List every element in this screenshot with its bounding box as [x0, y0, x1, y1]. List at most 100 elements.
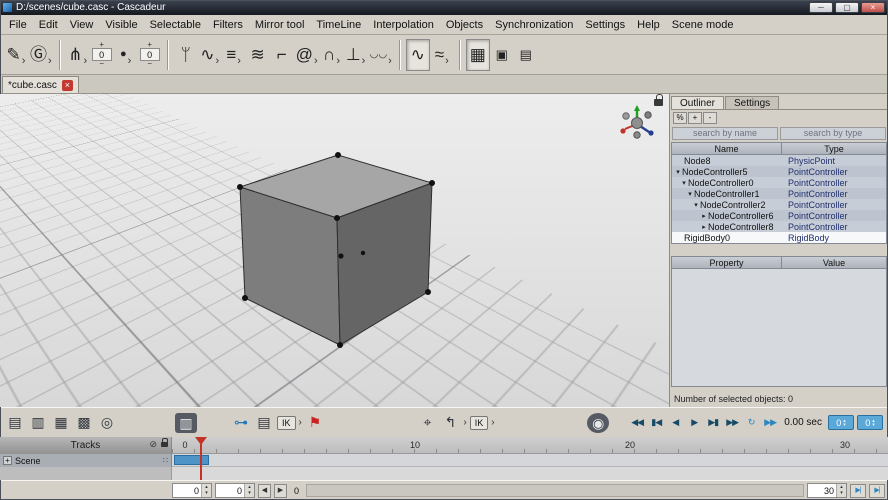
current-frame-spinner[interactable]: 0 ▴▾: [828, 415, 854, 430]
duplicate-track-icon[interactable]: ▦: [51, 414, 71, 431]
menu-mirror-tool[interactable]: Mirror tool: [249, 17, 311, 33]
track-lane[interactable]: [172, 454, 888, 467]
table-row[interactable]: ▸NodeController8 PointController: [672, 221, 886, 232]
table-row[interactable]: ▾NodeController2 PointController: [672, 199, 886, 210]
play-button[interactable]: ▶: [686, 417, 702, 428]
orientation-gizmo[interactable]: [615, 102, 659, 146]
expand-icon[interactable]: ▾: [674, 168, 682, 176]
menu-help[interactable]: Help: [631, 17, 666, 33]
dropdown-arrow-icon[interactable]: ›: [83, 55, 87, 71]
dropdown-arrow-icon[interactable]: ›: [314, 55, 318, 71]
mask-tool-button[interactable]: ◡◡›: [368, 39, 394, 71]
dropdown-arrow-icon[interactable]: ›: [491, 417, 494, 428]
flag-icon[interactable]: ⚑: [305, 414, 325, 431]
go-next-keyframe-button[interactable]: ▶|: [850, 484, 866, 498]
search-by-type-button[interactable]: search by type: [780, 127, 886, 140]
current-frame-field-value[interactable]: 0: [216, 484, 244, 497]
start-frame-value[interactable]: 0: [173, 484, 201, 497]
animation-segment[interactable]: [174, 455, 209, 465]
dropdown-arrow-icon[interactable]: ›: [463, 417, 466, 428]
close-button[interactable]: ×: [861, 2, 885, 13]
spiral-tool-button[interactable]: @›: [294, 39, 320, 71]
ik-mode-button[interactable]: IK: [470, 416, 489, 430]
menu-visible[interactable]: Visible: [99, 17, 143, 33]
minus-icon[interactable]: −: [99, 61, 104, 67]
down-icon[interactable]: ▾: [837, 490, 846, 496]
point-size-spinner[interactable]: + 0 −: [140, 42, 160, 67]
key-icon[interactable]: ⊶: [231, 414, 251, 431]
target-icon[interactable]: ⌖: [417, 414, 437, 431]
camera-icon[interactable]: ◎: [97, 414, 117, 431]
menu-selectable[interactable]: Selectable: [144, 17, 207, 33]
camera-lock-icon[interactable]: [654, 99, 663, 106]
menu-view[interactable]: View: [64, 17, 100, 33]
trajectory-tool-button[interactable]: ≋: [246, 39, 270, 71]
table-row[interactable]: ▾NodeController1 PointController: [672, 188, 886, 199]
dropdown-arrow-icon[interactable]: ›: [336, 55, 340, 71]
down-icon[interactable]: ▾: [202, 490, 211, 496]
scroll-left-button[interactable]: ◀: [258, 484, 271, 498]
start-frame-spinner[interactable]: 0 ▴▾: [172, 483, 212, 498]
add-keyframe-icon[interactable]: +: [3, 456, 12, 465]
menu-objects[interactable]: Objects: [440, 17, 489, 33]
dropdown-arrow-icon[interactable]: ›: [362, 55, 366, 71]
menu-edit[interactable]: Edit: [33, 17, 64, 33]
minus-icon[interactable]: −: [147, 61, 152, 67]
menu-timeline[interactable]: TimeLine: [310, 17, 367, 33]
play-realtime-button[interactable]: ▶▶: [762, 417, 778, 428]
dropdown-arrow-icon[interactable]: ›: [128, 55, 132, 71]
down-icon[interactable]: ▾: [245, 490, 254, 496]
track-mode-button[interactable]: ▥: [175, 413, 197, 433]
arc-tool-button[interactable]: ∩›: [320, 39, 344, 71]
interval-spinner[interactable]: + 0 −: [92, 42, 112, 67]
track-row-scene[interactable]: + Scene ∷: [0, 454, 888, 467]
menu-file[interactable]: File: [3, 17, 33, 33]
loop-button[interactable]: ↻: [743, 417, 759, 428]
menu-synchronization[interactable]: Synchronization: [489, 17, 579, 33]
pivot-tool-button[interactable]: ⊥›: [344, 39, 368, 71]
go-last-frame-button[interactable]: ▶|: [869, 484, 885, 498]
step-back-keyframe-button[interactable]: ▮◀: [648, 417, 664, 428]
track-name-box[interactable]: + Scene ∷: [0, 454, 172, 467]
table-row[interactable]: ▾NodeController5 PointController: [672, 166, 886, 177]
step-forward-keyframe-button[interactable]: ▶▮: [705, 417, 721, 428]
bracket-tool-button[interactable]: ⌐: [270, 39, 294, 71]
copy-view-button[interactable]: ▣: [490, 39, 514, 71]
copy-track-icon[interactable]: ▥: [28, 414, 48, 431]
wave-mode-button[interactable]: ∿: [406, 39, 430, 71]
dropdown-arrow-icon[interactable]: ›: [237, 55, 241, 71]
expand-icon[interactable]: ▸: [700, 212, 708, 220]
frame-offset-value[interactable]: 0: [865, 418, 870, 428]
current-frame-field[interactable]: 0 ▴▾: [215, 483, 255, 498]
interpolation-tool-button[interactable]: ∿›: [198, 39, 222, 71]
timeline-ruler[interactable]: 0 10 20 30: [172, 437, 888, 454]
fast-forward-button[interactable]: ▶▶: [724, 417, 740, 428]
current-frame-value[interactable]: 0: [836, 418, 841, 428]
tab-settings[interactable]: Settings: [725, 96, 779, 109]
dropdown-arrow-icon[interactable]: ›: [215, 55, 219, 71]
point-tool-button[interactable]: ●›: [114, 39, 138, 71]
expand-icon[interactable]: ▾: [692, 201, 700, 209]
filter-button[interactable]: %: [673, 112, 687, 124]
table-row[interactable]: ▸NodeController6 PointController: [672, 210, 886, 221]
menu-settings[interactable]: Settings: [579, 17, 631, 33]
autophysics-icon[interactable]: ◉: [587, 413, 609, 433]
expand-icon[interactable]: ▾: [680, 179, 688, 187]
dropdown-arrow-icon[interactable]: ›: [388, 55, 392, 71]
expand-icon[interactable]: ▾: [686, 190, 694, 198]
dropdown-arrow-icon[interactable]: ›: [299, 417, 302, 428]
minimize-button[interactable]: ─: [809, 2, 833, 13]
rewind-button[interactable]: ◀◀: [629, 417, 645, 428]
grid-toggle-button[interactable]: ▦: [466, 39, 490, 71]
tab-cube-casc[interactable]: *cube.casc ×: [2, 76, 79, 93]
layers-tool-button[interactable]: ≡›: [222, 39, 246, 71]
track-options-icon[interactable]: ∷: [163, 456, 168, 465]
cube-object[interactable]: [0, 94, 670, 407]
table-row[interactable]: RigidBody0 RigidBody: [672, 232, 886, 243]
end-frame-value[interactable]: 30: [808, 484, 836, 497]
character-tool-button[interactable]: ᛘ: [174, 39, 198, 71]
ik-toggle-button[interactable]: IK: [277, 416, 296, 430]
dropdown-arrow-icon[interactable]: ›: [445, 55, 449, 71]
scroll-right-button[interactable]: ▶: [274, 484, 287, 498]
tab-outliner[interactable]: Outliner: [671, 96, 724, 109]
